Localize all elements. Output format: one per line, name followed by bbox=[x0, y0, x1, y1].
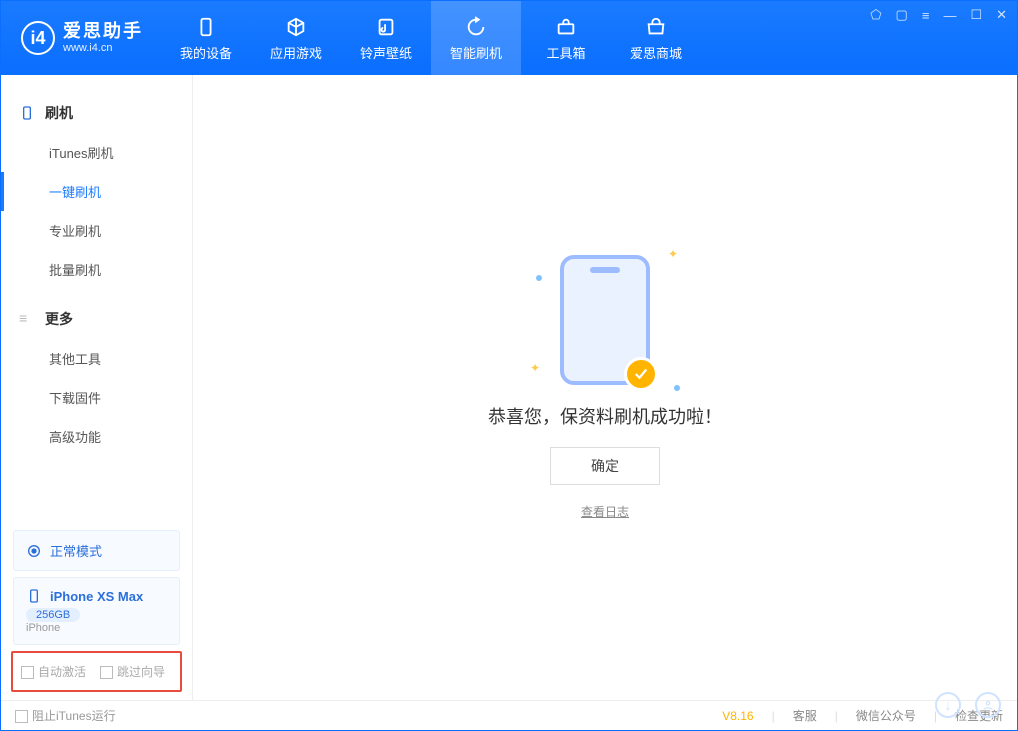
sidebar-group-more: ≡ 更多 bbox=[1, 299, 192, 339]
sidebar-item-oneclick-flash[interactable]: 一键刷机 bbox=[1, 172, 192, 211]
store-icon bbox=[644, 15, 668, 39]
nav-apps-games[interactable]: 应用游戏 bbox=[251, 1, 341, 75]
app-logo: i4 爱思助手 www.i4.cn bbox=[1, 21, 161, 55]
shirt-icon[interactable]: ⬠ bbox=[870, 7, 881, 23]
checkbox-label: 跳过向导 bbox=[117, 665, 165, 679]
check-icon bbox=[624, 357, 658, 391]
sidebar-item-pro-flash[interactable]: 专业刷机 bbox=[1, 211, 192, 250]
list-icon: ≡ bbox=[19, 311, 35, 327]
logo-icon: i4 bbox=[21, 21, 55, 55]
checkbox-label: 自动激活 bbox=[38, 665, 86, 679]
support-link[interactable]: 客服 bbox=[793, 707, 817, 724]
sidebar-group-title: 更多 bbox=[45, 309, 73, 329]
checkbox-label: 阻止iTunes运行 bbox=[32, 709, 116, 723]
nav-my-device[interactable]: 我的设备 bbox=[161, 1, 251, 75]
top-nav: 我的设备 应用游戏 铃声壁纸 智能刷机 工具箱 爱思商城 bbox=[161, 1, 701, 75]
success-illustration: ✦ ✦ bbox=[560, 255, 650, 385]
success-message: 恭喜您，保资料刷机成功啦！ bbox=[488, 403, 722, 429]
nav-label: 爱思商城 bbox=[630, 43, 682, 62]
status-bar: 阻止iTunes运行 V8.16 | 客服 | 微信公众号 | 检查更新 bbox=[1, 700, 1017, 730]
nav-label: 智能刷机 bbox=[450, 43, 502, 62]
music-icon bbox=[374, 15, 398, 39]
view-log-link[interactable]: 查看日志 bbox=[581, 503, 629, 520]
mode-label: 正常模式 bbox=[50, 541, 102, 560]
app-url: www.i4.cn bbox=[63, 42, 143, 54]
close-button[interactable]: ✕ bbox=[996, 7, 1007, 23]
sidebar-item-other-tools[interactable]: 其他工具 bbox=[1, 339, 192, 378]
toolbox-icon bbox=[554, 15, 578, 39]
download-icon[interactable]: ↓ bbox=[935, 692, 961, 718]
sidebar-item-itunes-flash[interactable]: iTunes刷机 bbox=[1, 133, 192, 172]
lock-icon[interactable]: ▢ bbox=[896, 7, 908, 23]
device-type: iPhone bbox=[26, 622, 167, 634]
wechat-link[interactable]: 微信公众号 bbox=[856, 707, 916, 724]
phone-icon bbox=[194, 15, 218, 39]
options-highlight: 自动激活 跳过向导 bbox=[11, 651, 182, 692]
sidebar: 刷机 iTunes刷机 一键刷机 专业刷机 批量刷机 ≡ 更多 其他工具 下载固… bbox=[1, 75, 193, 700]
block-itunes-checkbox[interactable]: 阻止iTunes运行 bbox=[15, 707, 116, 724]
titlebar: i4 爱思助手 www.i4.cn 我的设备 应用游戏 铃声壁纸 智能刷机 bbox=[1, 1, 1017, 75]
user-icon[interactable] bbox=[975, 692, 1001, 718]
nav-toolbox[interactable]: 工具箱 bbox=[521, 1, 611, 75]
device-name: iPhone XS Max bbox=[50, 589, 143, 604]
nav-label: 我的设备 bbox=[180, 43, 232, 62]
sidebar-item-download-firmware[interactable]: 下载固件 bbox=[1, 378, 192, 417]
sidebar-group-flash: 刷机 bbox=[1, 93, 192, 133]
main-content: ✦ ✦ 恭喜您，保资料刷机成功啦！ 确定 查看日志 bbox=[193, 75, 1017, 700]
sidebar-item-advanced[interactable]: 高级功能 bbox=[1, 417, 192, 456]
device-icon bbox=[19, 105, 35, 121]
ok-button[interactable]: 确定 bbox=[550, 447, 660, 485]
device-card[interactable]: iPhone XS Max 256GB iPhone bbox=[13, 577, 180, 645]
mode-icon bbox=[26, 543, 42, 559]
nav-label: 铃声壁纸 bbox=[360, 43, 412, 62]
nav-label: 应用游戏 bbox=[270, 43, 322, 62]
cube-icon bbox=[284, 15, 308, 39]
maximize-button[interactable]: ☐ bbox=[970, 7, 982, 23]
nav-store[interactable]: 爱思商城 bbox=[611, 1, 701, 75]
menu-icon[interactable]: ≡ bbox=[922, 8, 930, 23]
app-name: 爱思助手 bbox=[63, 22, 143, 42]
nav-ringtones[interactable]: 铃声壁纸 bbox=[341, 1, 431, 75]
sidebar-group-title: 刷机 bbox=[45, 103, 73, 123]
refresh-icon bbox=[464, 15, 488, 39]
auto-activate-checkbox[interactable]: 自动激活 bbox=[21, 663, 86, 680]
mode-card[interactable]: 正常模式 bbox=[13, 530, 180, 571]
version-label: V8.16 bbox=[722, 709, 753, 723]
nav-smart-flash[interactable]: 智能刷机 bbox=[431, 1, 521, 75]
nav-label: 工具箱 bbox=[546, 43, 585, 62]
minimize-button[interactable]: — bbox=[943, 8, 956, 23]
device-storage-badge: 256GB bbox=[26, 608, 80, 622]
window-controls: ⬠ ▢ ≡ — ☐ ✕ bbox=[870, 7, 1007, 23]
skip-wizard-checkbox[interactable]: 跳过向导 bbox=[100, 663, 165, 680]
device-icon bbox=[26, 588, 42, 604]
sidebar-item-batch-flash[interactable]: 批量刷机 bbox=[1, 250, 192, 289]
